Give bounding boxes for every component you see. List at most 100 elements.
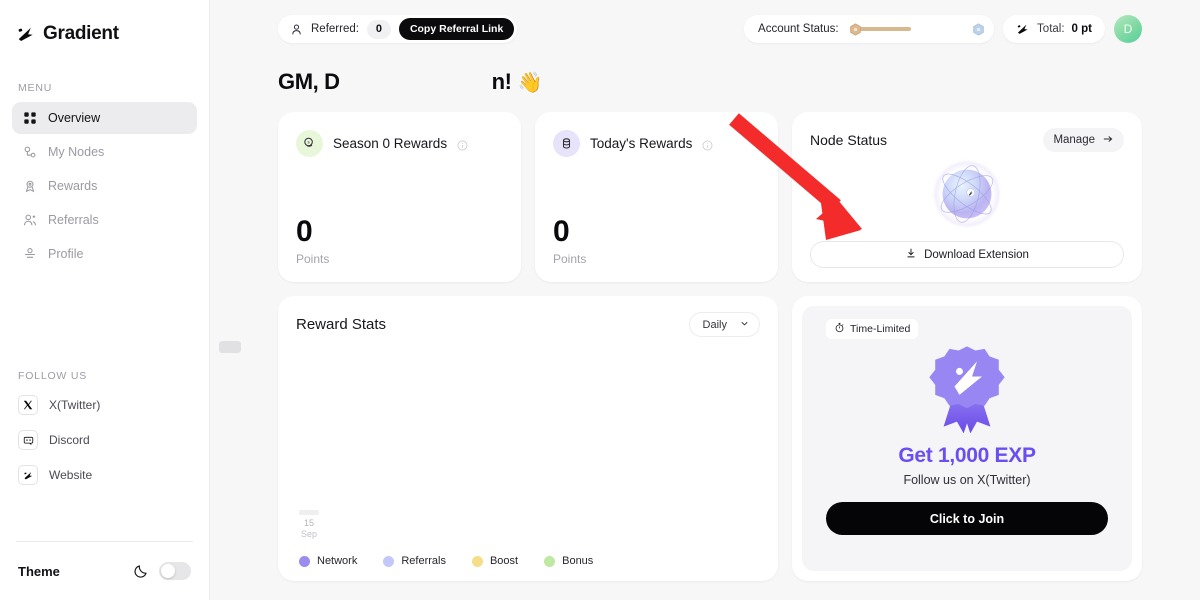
moon-icon <box>133 563 149 579</box>
menu-section-label: MENU <box>18 82 53 94</box>
sidebar-item-overview[interactable]: Overview <box>12 102 197 134</box>
card-header: Reward Stats Daily <box>296 312 760 337</box>
website-icon <box>18 465 38 485</box>
greeting: GM, D n! 👋 <box>278 62 1142 102</box>
time-limited-chip: Time-Limited <box>826 319 919 339</box>
total-value: 0 pt <box>1071 23 1092 35</box>
total-points-pill: Total: 0 pt <box>1003 15 1105 43</box>
account-status-pill: Account Status: <box>744 15 995 43</box>
sidebar-item-label: Referrals <box>48 213 99 227</box>
greeting-prefix: GM, D <box>278 69 340 94</box>
sidebar-item-my-nodes[interactable]: My Nodes <box>12 136 197 168</box>
avatar-initial: D <box>1123 22 1133 36</box>
social-link-label: Discord <box>49 433 90 447</box>
time-limited-promo-card: Time-Limited Get 1,000 EXP Follow us on … <box>792 296 1142 581</box>
x-axis-tick: 15 Sep <box>299 509 319 541</box>
todays-rewards-card: Today's Rewards 0 Points <box>535 112 778 282</box>
award-ribbon-icon <box>925 343 1009 440</box>
social-link-label: X(Twitter) <box>49 398 101 412</box>
sidebar-item-label: Overview <box>48 111 101 125</box>
social-link-discord[interactable]: Discord <box>12 425 197 455</box>
sidebar-item-referrals[interactable]: Referrals <box>12 204 197 236</box>
topbar: Referred: 0 Copy Referral Link Account S… <box>278 0 1142 58</box>
avatar[interactable]: D <box>1114 15 1142 43</box>
social-links: X(Twitter) Discord Website <box>12 390 197 490</box>
click-to-join-button[interactable]: Click to Join <box>826 502 1108 535</box>
reward-stats-card: Reward Stats Daily 15 Sep Network Referr… <box>278 296 778 581</box>
legend-item-boost[interactable]: Boost <box>471 555 518 567</box>
profile-icon <box>22 247 37 262</box>
social-link-label: Website <box>49 468 93 482</box>
dashboard-page: Gradient MENU Overview My Nodes Rewards … <box>0 0 1200 600</box>
topbar-right-group: Account Status: Total: 0 pt D <box>744 15 1142 43</box>
svg-text:s: s <box>308 140 310 145</box>
promo-title: Get 1,000 EXP <box>898 444 1036 467</box>
node-status-card: Node Status Manage Download Extension <box>792 112 1142 282</box>
referral-pill: Referred: 0 Copy Referral Link <box>278 15 518 43</box>
stopwatch-icon <box>834 322 845 336</box>
sidebar-item-profile[interactable]: Profile <box>12 238 197 270</box>
node-globe-wrap <box>810 152 1124 241</box>
gradient-logo-icon <box>16 24 36 44</box>
sidebar-item-rewards[interactable]: Rewards <box>12 170 197 202</box>
promo-inner: Time-Limited Get 1,000 EXP Follow us on … <box>802 306 1132 571</box>
coin-stack-icon <box>553 130 580 157</box>
legend-item-referrals[interactable]: Referrals <box>383 555 446 567</box>
legend-swatch <box>471 555 483 567</box>
info-icon[interactable] <box>702 138 713 151</box>
manage-nodes-button[interactable]: Manage <box>1043 128 1124 152</box>
node-globe-icon <box>930 157 1004 236</box>
card-header: s Season 0 Rewards <box>296 130 503 157</box>
todays-rewards-unit: Points <box>553 252 587 266</box>
chevron-down-icon <box>739 318 750 332</box>
slider-fill <box>854 27 911 31</box>
wave-emoji-icon: 👋 <box>517 71 543 94</box>
referred-count: 0 <box>366 19 391 39</box>
stat-cards-row: s Season 0 Rewards 0 Points Today's Rewa… <box>278 112 1142 282</box>
brand[interactable]: Gradient <box>12 0 197 54</box>
info-icon[interactable] <box>457 138 468 151</box>
gradient-logo-icon <box>1016 22 1030 36</box>
legend-swatch <box>544 555 556 567</box>
download-extension-button[interactable]: Download Extension <box>810 241 1124 268</box>
legend-swatch <box>299 555 310 567</box>
account-status-label: Account Status: <box>758 23 839 35</box>
theme-label: Theme <box>18 563 60 579</box>
legend-label: Referrals <box>401 555 446 567</box>
copy-referral-link-button[interactable]: Copy Referral Link <box>398 18 515 40</box>
slider-start-hex-icon <box>849 22 862 36</box>
sidebar-item-label: Profile <box>48 247 84 261</box>
nodes-icon <box>22 145 37 160</box>
card-title: Season 0 Rewards <box>333 136 448 151</box>
season-rewards-card: s Season 0 Rewards 0 Points <box>278 112 521 282</box>
legend-swatch <box>383 555 395 567</box>
slider-end-hex-icon <box>972 22 985 36</box>
referred-label: Referred: <box>311 23 359 35</box>
main-content: Referred: 0 Copy Referral Link Account S… <box>210 0 1200 600</box>
season-rewards-value: 0 <box>296 215 313 248</box>
social-link-website[interactable]: Website <box>12 460 197 490</box>
tick-month-label: Sep <box>300 529 317 540</box>
download-label: Download Extension <box>924 248 1029 261</box>
period-select[interactable]: Daily <box>688 312 760 337</box>
card-header: Today's Rewards <box>553 130 760 157</box>
season-rewards-unit: Points <box>296 252 330 266</box>
legend-label: Bonus <box>562 555 594 567</box>
sidebar: Gradient MENU Overview My Nodes Rewards … <box>0 0 241 600</box>
rewards-icon <box>22 179 37 194</box>
theme-toggle[interactable] <box>159 562 191 580</box>
referrals-icon <box>22 213 37 228</box>
brand-name: Gradient <box>43 23 119 44</box>
reward-stats-title: Reward Stats <box>296 316 387 333</box>
follow-section-label: FOLLOW US <box>18 370 88 382</box>
legend-item-network[interactable]: Network <box>299 555 357 567</box>
legend-item-bonus[interactable]: Bonus <box>544 555 593 567</box>
account-status-slider[interactable] <box>849 20 985 38</box>
card-body: 0 Points <box>553 215 760 267</box>
coin-stack-icon: s <box>296 130 323 157</box>
todays-rewards-value: 0 <box>553 215 570 248</box>
social-link-x-twitter[interactable]: X(Twitter) <box>12 390 197 420</box>
tick-day-label: 15 <box>303 517 314 528</box>
node-status-title: Node Status <box>810 132 888 148</box>
bottom-row: Reward Stats Daily 15 Sep Network Referr… <box>278 296 1142 581</box>
